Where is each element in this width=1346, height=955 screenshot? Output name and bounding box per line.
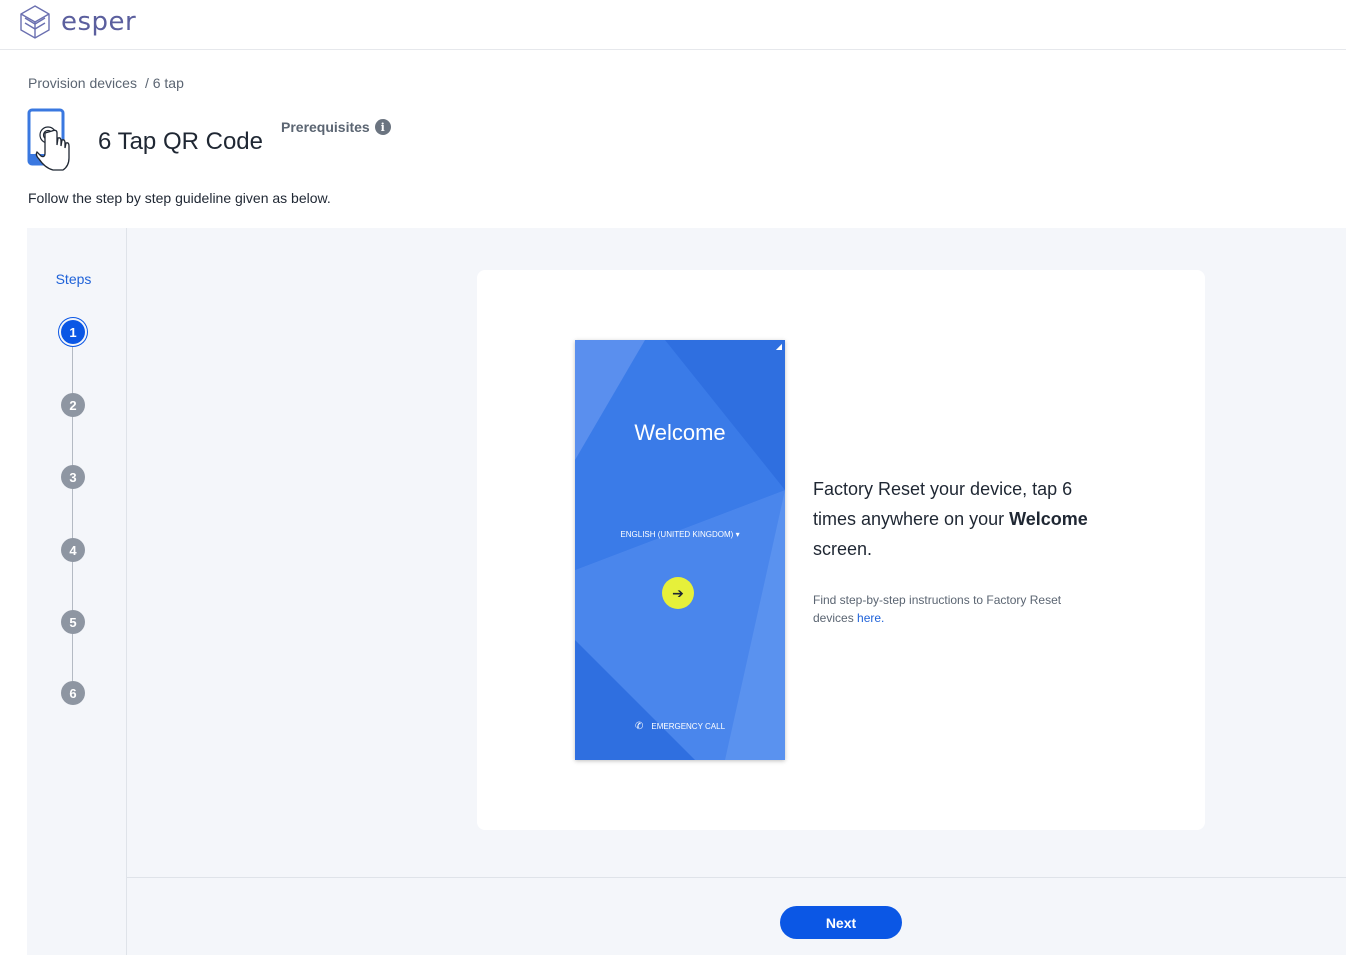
language-label: ENGLISH (UNITED KINGDOM) — [620, 530, 734, 539]
caret-down-icon: ▾ — [735, 530, 740, 539]
esper-logo-icon[interactable] — [18, 4, 52, 40]
top-bar: esper — [0, 0, 1346, 50]
footer-divider — [127, 877, 1346, 878]
signal-icon: ◢ — [775, 342, 782, 351]
next-button[interactable]: Next — [780, 906, 902, 939]
factory-reset-link[interactable]: here. — [857, 611, 884, 625]
emergency-call: ✆ EMERGENCY CALL — [575, 721, 785, 732]
step-card: ◢ Welcome ENGLISH (UNITED KINGDOM) ▾ ➔ ✆… — [477, 270, 1205, 830]
brand-name[interactable]: esper — [61, 7, 136, 37]
instruction-bold: Welcome — [1009, 509, 1088, 529]
step-5[interactable]: 5 — [61, 610, 85, 634]
step-3[interactable]: 3 — [61, 465, 85, 489]
info-icon[interactable]: i — [374, 119, 391, 135]
language-selector: ENGLISH (UNITED KINGDOM) ▾ — [575, 530, 785, 539]
steps-connector — [72, 333, 73, 693]
prerequisites-label[interactable]: Prerequisites — [281, 119, 370, 135]
step-6[interactable]: 6 — [61, 681, 85, 705]
welcome-heading: Welcome — [634, 420, 726, 445]
tap-device-icon — [27, 108, 70, 171]
instruction-text: Factory Reset your device, tap 6 times a… — [813, 474, 1113, 564]
screen-background — [575, 340, 785, 760]
emergency-label: EMERGENCY CALL — [651, 722, 726, 731]
provision-main: Steps 1 2 3 4 5 6 ◢ Welcome ENGLISH (UNI… — [27, 228, 1346, 955]
note-text: Find step-by-step instructions to Factor… — [813, 593, 1062, 625]
breadcrumb-provision-devices[interactable]: Provision devices — [28, 75, 137, 91]
instruction-after: screen. — [813, 539, 873, 559]
step-2[interactable]: 2 — [61, 393, 85, 417]
guideline-text: Follow the step by step guideline given … — [28, 190, 331, 206]
steps-title: Steps — [55, 271, 92, 287]
factory-reset-note: Find step-by-step instructions to Factor… — [813, 591, 1083, 627]
arrow-right-icon: ➔ — [662, 577, 694, 609]
welcome-screen-image: ◢ Welcome ENGLISH (UNITED KINGDOM) ▾ ➔ ✆… — [575, 340, 785, 760]
page-title: 6 Tap QR Code — [98, 128, 263, 155]
prerequisites[interactable]: Prerequisites i — [281, 119, 391, 135]
breadcrumb: Provision devices / 6 tap — [28, 75, 184, 91]
steps-sidebar: Steps 1 2 3 4 5 6 — [27, 228, 127, 955]
breadcrumb-current: / 6 tap — [144, 75, 184, 91]
step-4[interactable]: 4 — [61, 538, 85, 562]
step-1[interactable]: 1 — [61, 320, 85, 344]
phone-icon: ✆ — [634, 721, 644, 732]
